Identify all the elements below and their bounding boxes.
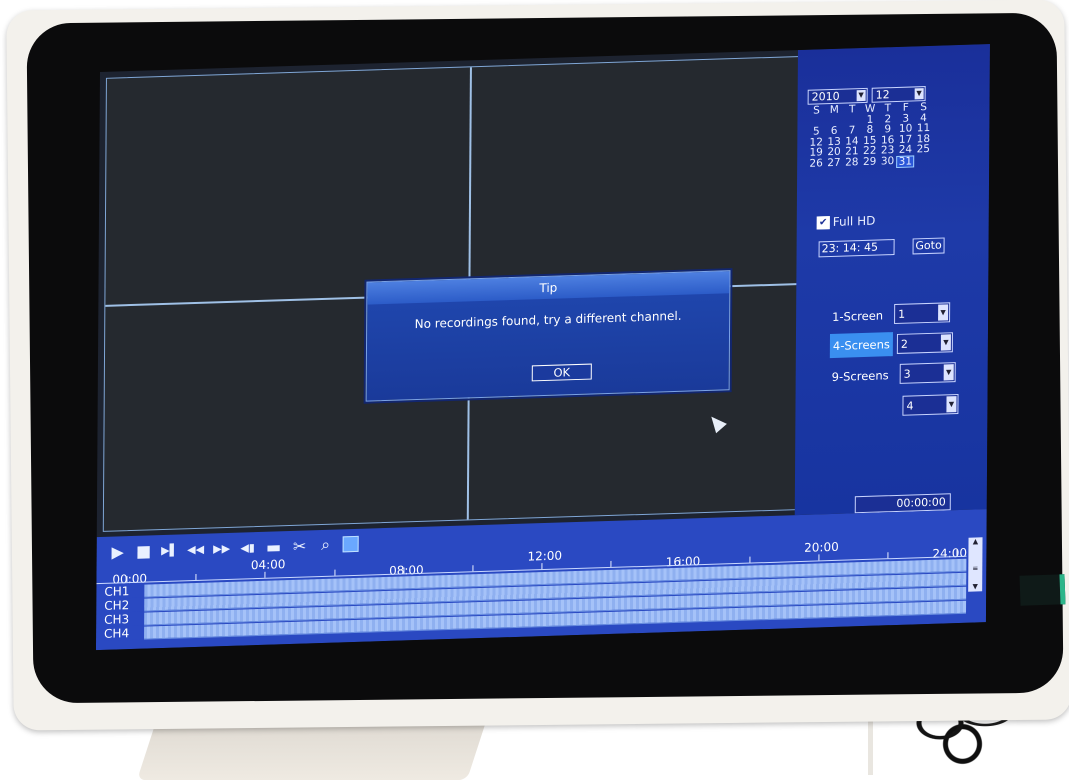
- screen-layout-row: 4-Screens 2 ▼: [829, 329, 980, 359]
- weekday-label: M: [829, 103, 839, 117]
- calendar-day[interactable]: 29: [861, 155, 879, 169]
- chevron-up-icon[interactable]: ▲: [968, 537, 982, 546]
- calendar-day[interactable]: 31: [896, 154, 915, 168]
- layout-option-9-screens[interactable]: 9-Screens: [832, 368, 889, 384]
- weekday-label: [914, 154, 932, 167]
- channel-select-value: 4: [906, 399, 914, 413]
- time-tick-mark: [126, 576, 128, 583]
- channel-select[interactable]: 4 ▼: [902, 394, 959, 416]
- layout-option-4-screens[interactable]: 4-Screens: [829, 332, 893, 359]
- channel-select-value: 2: [900, 337, 908, 351]
- playback-side-panel: 2010 ▼ 12 ▼ S M T W T F S 1 2 3 4 5 6 7 8 9 10 11 12 13 14 15…: [794, 44, 990, 516]
- record-icon[interactable]: [342, 535, 359, 553]
- full-hd-checkbox[interactable]: ✔ Full HD: [816, 214, 875, 230]
- chevron-down-icon: ▼: [914, 88, 924, 100]
- channel-select[interactable]: 2 ▼: [896, 332, 953, 354]
- screen-layout-row: 4 ▼: [829, 391, 979, 420]
- calendar-day[interactable]: 25: [914, 143, 932, 155]
- calendar-grid: S M T W T F S 1 2 3 4 5 6 7 8 9 10 11 12 13 14 15 16 17 18 19 20 21…: [807, 101, 932, 171]
- screen-layout-options: 1-Screen 1 ▼ 4-Screens 2 ▼ 9-Screens 3 ▼ 4 ▼: [829, 299, 980, 416]
- timeline-scrollbar[interactable]: ▲ ≡ ▼: [968, 537, 983, 592]
- channel-label: CH1: [104, 583, 145, 599]
- calendar-day[interactable]: 24: [897, 143, 915, 155]
- screen-layout-row: 9-Screens 3 ▼: [830, 359, 980, 388]
- ok-button[interactable]: OK: [531, 363, 592, 382]
- goto-button[interactable]: Goto: [912, 237, 945, 255]
- time-tick-mark: [403, 567, 405, 574]
- check-icon: ✔: [816, 215, 830, 229]
- screen-layout-row: 1-Screen 1 ▼: [830, 299, 980, 328]
- time-tick-mark: [333, 569, 335, 576]
- time-tick-mark: [887, 552, 889, 559]
- weekday-label: T: [848, 103, 856, 116]
- calendar-day[interactable]: 26: [807, 157, 825, 171]
- year-select[interactable]: 2010 ▼: [807, 87, 868, 105]
- time-tick-mark: [264, 571, 266, 578]
- channel-select-value: 1: [898, 307, 906, 321]
- channel-select[interactable]: 3 ▼: [899, 362, 956, 384]
- dvr-screen: 2010 ▼ 12 ▼ S M T W T F S 1 2 3 4 5 6 7 8 9 10 11 12 13 14 15…: [95, 44, 990, 651]
- time-tick-mark: [195, 573, 197, 581]
- time-tick-mark: [679, 558, 681, 565]
- chevron-down-icon: ▼: [940, 334, 951, 351]
- chevron-down-icon: ▼: [943, 364, 954, 381]
- time-input[interactable]: 23: 14: 45: [818, 239, 895, 258]
- layout-option-1-screen[interactable]: 1-Screen: [832, 308, 883, 324]
- weekday-label: S: [813, 104, 820, 117]
- time-tick-mark: [541, 563, 543, 570]
- channel-label: CH3: [104, 611, 145, 627]
- calendar-day[interactable]: 30: [879, 155, 897, 168]
- channel-label: CH4: [104, 625, 145, 641]
- channel-select-value: 3: [903, 367, 911, 381]
- channel-select[interactable]: 1 ▼: [894, 302, 951, 325]
- chevron-down-icon[interactable]: ▼: [968, 582, 982, 591]
- month-select[interactable]: 12 ▼: [871, 86, 926, 103]
- channel-label: CH2: [104, 597, 145, 613]
- tip-dialog: Tip No recordings found, try a different…: [365, 270, 731, 402]
- time-tick-mark: [472, 565, 474, 572]
- calendar-week: 26 27 28 29 30 31: [807, 154, 932, 170]
- calendar-day[interactable]: 28: [843, 156, 861, 170]
- calendar-day[interactable]: 27: [825, 156, 843, 170]
- time-tick-mark: [748, 556, 750, 563]
- scroll-thumb[interactable]: ≡: [968, 564, 982, 573]
- time-tick-mark: [956, 550, 958, 557]
- chevron-down-icon: ▼: [938, 304, 949, 321]
- time-tick-mark: [818, 554, 820, 561]
- chevron-down-icon: ▼: [856, 89, 866, 102]
- chevron-down-icon: ▼: [946, 396, 957, 413]
- dialog-message: No recordings found, try a different cha…: [414, 308, 682, 332]
- front-sensor: [1019, 574, 1066, 606]
- time-tick-mark: [610, 560, 612, 567]
